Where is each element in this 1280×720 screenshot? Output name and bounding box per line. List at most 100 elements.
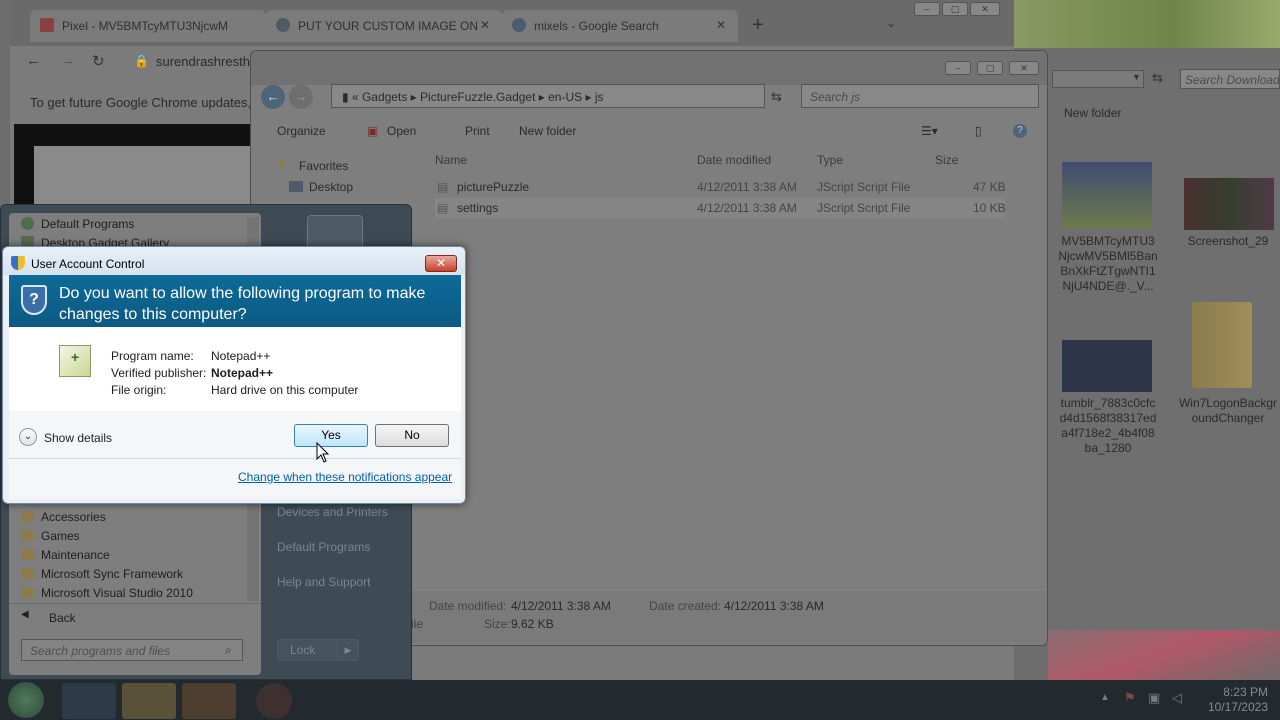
link-devices-printers[interactable]: Devices and Printers xyxy=(277,505,388,519)
explorer-address-bar[interactable]: ▮ « Gadgets ▸ PictureFuzzle.Gadget ▸ en-… xyxy=(331,84,765,108)
column-size[interactable]: Size xyxy=(935,153,958,167)
media-player-icon[interactable] xyxy=(182,683,236,719)
start-search-input[interactable]: Search programs and files xyxy=(21,639,243,661)
action-center-icon[interactable]: ⚑ xyxy=(1124,690,1136,706)
downloads-search-input[interactable]: Search Download xyxy=(1180,69,1280,89)
divider xyxy=(9,603,261,604)
file-name: picturePuzzle xyxy=(457,180,530,194)
new-tab-button[interactable]: + xyxy=(752,14,764,37)
minimize-button[interactable]: – xyxy=(945,61,971,75)
uac-dialog: User Account Control ✕ ? Do you want to … xyxy=(2,246,466,504)
column-type[interactable]: Type xyxy=(817,153,843,167)
uac-shield-icon xyxy=(11,256,25,270)
file-row[interactable]: ▤ settings 4/12/2011 3:38 AM JScript Scr… xyxy=(435,198,1006,218)
clock[interactable]: 8:23 PM 10/17/2023 xyxy=(1208,685,1268,715)
link-default-programs[interactable]: Default Programs xyxy=(277,540,370,554)
yes-button[interactable]: Yes xyxy=(294,424,368,447)
new-folder-button[interactable]: New folder xyxy=(1064,106,1121,120)
new-folder-button[interactable]: New folder xyxy=(519,124,576,138)
maximize-button[interactable]: ▢ xyxy=(942,2,968,16)
chrome-tab-2[interactable]: PUT YOUR CUSTOM IMAGE ON ✕ xyxy=(266,10,502,42)
tab-label: mixels - Google Search xyxy=(534,19,659,33)
date-modified-label: Date modified: xyxy=(429,599,507,613)
no-button[interactable]: No xyxy=(375,424,449,447)
chrome-icon[interactable] xyxy=(256,683,292,719)
folder-label: Accessories xyxy=(41,510,106,524)
address-bar[interactable]: surendrashrestha xyxy=(156,54,257,69)
zip-folder-icon[interactable] xyxy=(1192,302,1252,388)
mixels-image-thumbnail[interactable] xyxy=(1062,162,1152,228)
file-size: 10 KB xyxy=(973,201,1006,215)
folder-accessories[interactable]: Accessories xyxy=(21,510,251,529)
back-button[interactable]: ← xyxy=(261,85,285,109)
shutdown-options-icon[interactable]: ▶ xyxy=(337,639,359,661)
file-size: 47 KB xyxy=(973,180,1006,194)
close-button[interactable]: ✕ xyxy=(1009,61,1039,75)
file-explorer-icon[interactable] xyxy=(122,683,176,719)
show-hidden-icons-icon[interactable]: ▲ xyxy=(1100,692,1110,703)
favorites-star-icon: ★ xyxy=(277,157,288,171)
tab-search-icon[interactable]: ⌄ xyxy=(886,16,896,30)
tab-close-icon[interactable]: ✕ xyxy=(716,18,726,32)
tumblr-image-thumbnail[interactable] xyxy=(1062,340,1152,392)
show-details-button[interactable]: Show details xyxy=(44,431,112,445)
link-help-support[interactable]: Help and Support xyxy=(277,575,370,589)
close-button[interactable]: ✕ xyxy=(970,2,1000,16)
breadcrumb-en-us[interactable]: en-US xyxy=(548,90,582,104)
breadcrumb-js[interactable]: js xyxy=(595,90,604,104)
minimize-button[interactable]: – xyxy=(914,2,940,16)
network-icon[interactable]: ▣ xyxy=(1148,690,1160,706)
column-name[interactable]: Name xyxy=(435,153,467,167)
volume-icon[interactable]: ◁ xyxy=(1172,690,1182,706)
print-button[interactable]: Print xyxy=(465,124,490,138)
nav-desktop[interactable]: Desktop xyxy=(309,180,353,194)
breadcrumb-gadget[interactable]: PictureFuzzle.Gadget xyxy=(420,90,535,104)
close-button[interactable]: ✕ xyxy=(425,255,457,272)
nav-favorites[interactable]: Favorites xyxy=(299,159,348,173)
refresh-icon[interactable]: ⇆ xyxy=(771,89,782,105)
downloads-address-bar[interactable] xyxy=(1052,70,1144,88)
internet-explorer-icon[interactable] xyxy=(62,683,116,719)
publisher-value: Notepad++ xyxy=(211,366,274,380)
forward-icon[interactable]: → xyxy=(60,52,75,69)
file-type: JScript Script File xyxy=(817,180,911,194)
divider xyxy=(9,458,461,459)
back-icon[interactable]: ← xyxy=(26,52,41,69)
help-icon[interactable]: ? xyxy=(1013,124,1027,138)
script-file-icon: ▤ xyxy=(437,201,449,215)
back-button[interactable]: Back xyxy=(49,611,76,625)
views-icon[interactable]: ☰▾ xyxy=(921,124,938,138)
open-button[interactable]: Open xyxy=(387,124,416,138)
organize-button[interactable]: Organize xyxy=(277,124,326,138)
refresh-icon[interactable]: ⇆ xyxy=(1152,70,1163,86)
folder-sync-framework[interactable]: Microsoft Sync Framework xyxy=(21,567,251,586)
show-details-chevron-icon[interactable]: ⌄ xyxy=(19,428,37,446)
reload-icon[interactable]: ↻ xyxy=(92,52,105,70)
screenshot-thumbnail[interactable] xyxy=(1184,178,1274,230)
size-label: Size: xyxy=(484,617,511,631)
origin-value: Hard drive on this computer xyxy=(211,383,359,397)
mouse-cursor-icon xyxy=(316,442,330,463)
tab-close-icon[interactable]: ✕ xyxy=(480,18,490,32)
column-date[interactable]: Date modified xyxy=(697,153,771,167)
explorer-titlebar: – ▢ ✕ xyxy=(251,51,1047,85)
forward-button[interactable]: → xyxy=(289,85,313,109)
file-row[interactable]: ▤ picturePuzzle 4/12/2011 3:38 AM JScrip… xyxy=(435,177,1006,197)
file-caption: tumblr_7883c0cfcd4d1568f38317eda4f718e2_… xyxy=(1059,396,1157,455)
address-dropdown-icon[interactable]: ▼ xyxy=(1132,72,1141,82)
explorer-search-input[interactable]: Search js xyxy=(801,84,1039,108)
desktop-wallpaper xyxy=(1010,0,1280,48)
program-default-programs[interactable]: Default Programs xyxy=(21,217,251,236)
breadcrumb-gadgets[interactable]: Gadgets xyxy=(362,90,407,104)
program-label: Default Programs xyxy=(41,217,135,231)
change-notifications-link[interactable]: Change when these notifications appear xyxy=(238,470,452,484)
start-orb-icon[interactable] xyxy=(8,682,44,718)
folder-games[interactable]: Games xyxy=(21,529,251,548)
tab-label: PUT YOUR CUSTOM IMAGE ON xyxy=(298,19,479,33)
file-date: 4/12/2011 3:38 AM xyxy=(697,180,797,194)
chrome-tab-3[interactable]: mixels - Google Search ✕ xyxy=(502,10,738,42)
folder-maintenance[interactable]: Maintenance xyxy=(21,548,251,567)
chrome-tab-1[interactable]: Pixel - MV5BMTcyMTU3NjcwM xyxy=(30,10,266,42)
maximize-button[interactable]: ▢ xyxy=(977,61,1003,75)
preview-pane-icon[interactable]: ▯ xyxy=(975,124,982,138)
